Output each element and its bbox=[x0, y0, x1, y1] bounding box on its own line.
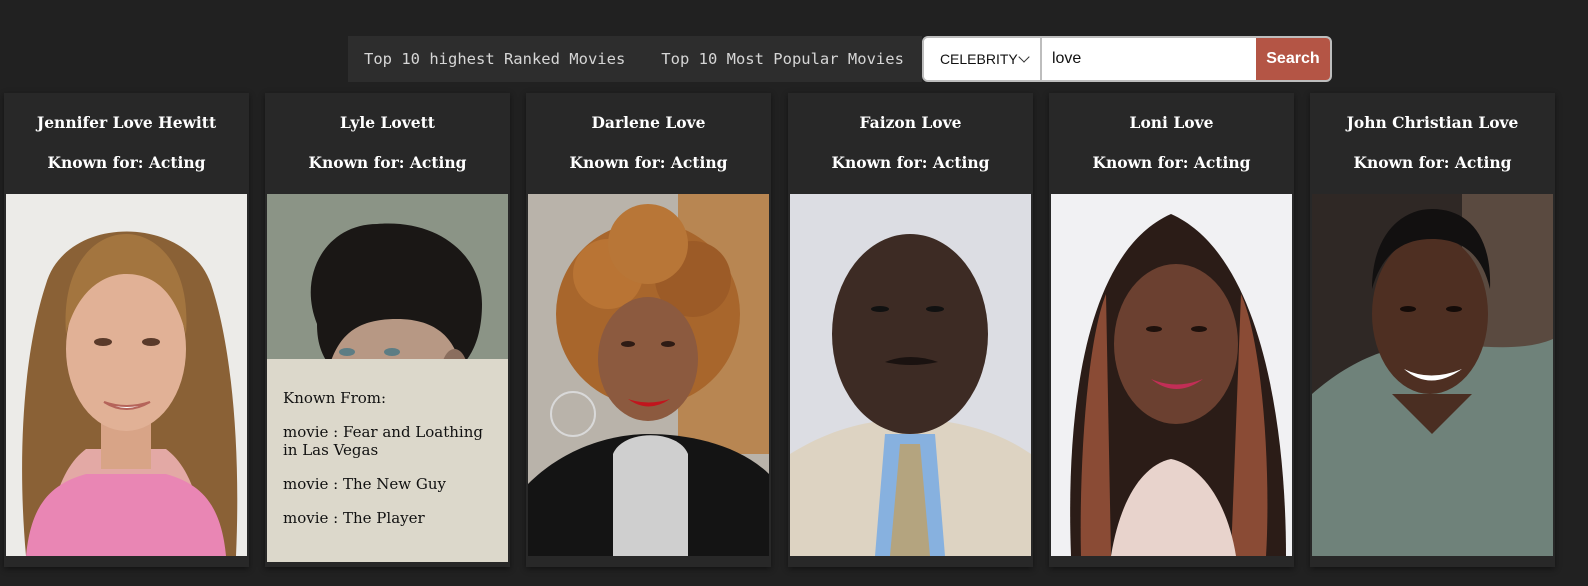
celebrity-photo bbox=[1312, 194, 1553, 556]
celebrity-name: Jennifer Love Hewitt bbox=[36, 113, 217, 132]
celebrity-name: John Christian Love bbox=[1346, 113, 1519, 132]
top-nav: Top 10 highest Ranked Movies Top 10 Most… bbox=[348, 36, 1332, 82]
nav-link-top-ranked[interactable]: Top 10 highest Ranked Movies bbox=[364, 50, 625, 68]
celebrity-photo bbox=[790, 194, 1031, 556]
search-input[interactable] bbox=[1041, 38, 1256, 80]
celebrity-card[interactable]: Lyle Lovett Known for: Acting Known From… bbox=[265, 93, 510, 567]
celebrity-known-for: Known for: Acting bbox=[47, 153, 206, 172]
celebrity-name: Faizon Love bbox=[859, 113, 962, 132]
nav-links: Top 10 highest Ranked Movies Top 10 Most… bbox=[348, 36, 922, 82]
category-select[interactable]: CELEBRITY bbox=[923, 38, 1042, 80]
celebrity-known-for: Known for: Acting bbox=[308, 153, 467, 172]
known-from-item[interactable]: movie : Fear and Loathing in Las Vegas bbox=[283, 423, 492, 459]
celebrity-name: Darlene Love bbox=[591, 113, 706, 132]
search-button[interactable]: Search bbox=[1255, 38, 1330, 80]
celebrity-name: Lyle Lovett bbox=[340, 113, 435, 132]
known-from-item[interactable]: movie : The New Guy bbox=[283, 475, 492, 493]
celebrity-known-for: Known for: Acting bbox=[831, 153, 990, 172]
chevron-down-icon bbox=[1018, 51, 1030, 63]
known-from-heading: Known From: bbox=[283, 389, 387, 407]
celebrity-card[interactable]: John Christian Love Known for: Acting bbox=[1310, 93, 1555, 567]
nav-link-most-popular[interactable]: Top 10 Most Popular Movies bbox=[661, 50, 904, 68]
known-from-item[interactable]: movie : The Player bbox=[283, 509, 492, 527]
celebrity-results: Jennifer Love Hewitt Known for: Acting L… bbox=[0, 93, 1588, 569]
celebrity-known-for: Known for: Acting bbox=[569, 153, 728, 172]
category-select-value: CELEBRITY bbox=[939, 51, 1018, 67]
celebrity-name: Loni Love bbox=[1129, 113, 1214, 132]
celebrity-photo bbox=[6, 194, 247, 556]
search-form: CELEBRITY Search bbox=[921, 36, 1332, 82]
celebrity-photo bbox=[1051, 194, 1292, 556]
celebrity-known-for: Known for: Acting bbox=[1092, 153, 1251, 172]
celebrity-photo bbox=[528, 194, 769, 556]
known-from-overlay: Known From: movie : Fear and Loathing in… bbox=[267, 359, 508, 562]
celebrity-card[interactable]: Loni Love Known for: Acting bbox=[1049, 93, 1294, 567]
celebrity-card[interactable]: Darlene Love Known for: Acting bbox=[526, 93, 771, 567]
celebrity-known-for: Known for: Acting bbox=[1353, 153, 1512, 172]
celebrity-card[interactable]: Faizon Love Known for: Acting bbox=[788, 93, 1033, 567]
celebrity-card[interactable]: Jennifer Love Hewitt Known for: Acting bbox=[4, 93, 249, 567]
